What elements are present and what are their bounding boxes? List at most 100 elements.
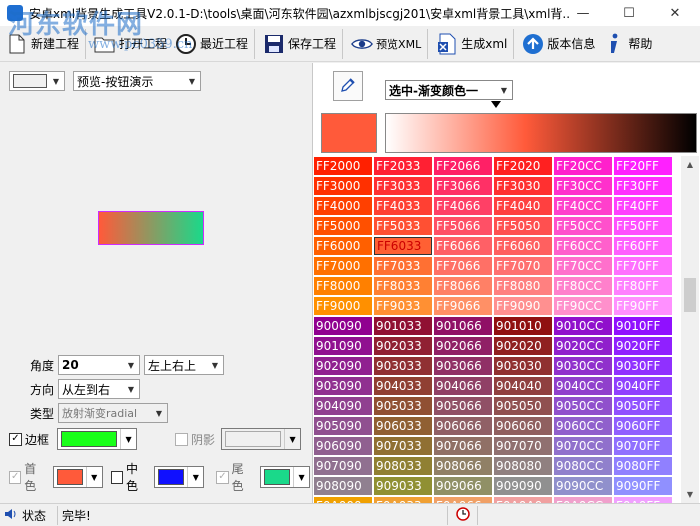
color-cell[interactable]: 9090FF — [614, 477, 672, 495]
color-cell[interactable]: FF4040 — [494, 197, 552, 215]
color-cell[interactable]: 9010CC — [554, 317, 612, 335]
color-cell[interactable]: 9010FF — [614, 317, 672, 335]
color-cell[interactable]: FF80FF — [614, 277, 672, 295]
color-cell[interactable]: 904040 — [494, 377, 552, 395]
color-cell[interactable]: 9060FF — [614, 417, 672, 435]
color-cell[interactable]: FF8066 — [434, 277, 492, 295]
color-cell[interactable]: 902033 — [374, 337, 432, 355]
maximize-button[interactable]: ☐ — [606, 0, 652, 26]
minimize-button[interactable]: — — [560, 0, 606, 26]
color-cell[interactable]: FF5000 — [314, 217, 372, 235]
color-cell[interactable]: 9080CC — [554, 457, 612, 475]
color-cell[interactable]: 903090 — [314, 377, 372, 395]
color-cell[interactable]: FF4066 — [434, 197, 492, 215]
color-cell[interactable]: 903066 — [434, 357, 492, 375]
color-cell[interactable]: FF2000 — [314, 157, 372, 175]
end-color-picker[interactable]: ▼ — [260, 466, 311, 488]
color-cell[interactable]: 9030FF — [614, 357, 672, 375]
border-checkbox[interactable]: ✓ — [9, 432, 22, 446]
color-cell[interactable]: FF7070 — [494, 257, 552, 275]
preview-bg-color-select[interactable]: ▼ — [9, 71, 65, 91]
color-cell[interactable]: FF7066 — [434, 257, 492, 275]
color-cell[interactable]: FF6000 — [314, 237, 372, 255]
type-select[interactable]: 放射渐变radial ▼ — [58, 403, 168, 423]
color-cell[interactable]: FF2020 — [494, 157, 552, 175]
color-cell[interactable]: FF50FF — [614, 217, 672, 235]
shadow-checkbox[interactable] — [175, 432, 189, 446]
color-cell[interactable]: FF7033 — [374, 257, 432, 275]
color-cell[interactable]: 906066 — [434, 417, 492, 435]
border-color-picker[interactable]: ▼ — [57, 428, 138, 450]
start-color-picker[interactable]: ▼ — [52, 466, 103, 488]
color-cell[interactable]: 905090 — [314, 417, 372, 435]
color-cell[interactable]: 905033 — [374, 397, 432, 415]
color-cell[interactable]: 9030CC — [554, 357, 612, 375]
color-cell[interactable]: FF20FF — [614, 157, 672, 175]
color-cell[interactable]: FF3066 — [434, 177, 492, 195]
color-cell[interactable]: FF70FF — [614, 257, 672, 275]
color-cell[interactable]: FF40CC — [554, 197, 612, 215]
color-cell[interactable]: 904066 — [434, 377, 492, 395]
color-cell[interactable]: FF2066 — [434, 157, 492, 175]
color-cell[interactable]: 909066 — [434, 477, 492, 495]
color-cell[interactable]: FF8033 — [374, 277, 432, 295]
color-cell[interactable]: 907033 — [374, 437, 432, 455]
color-cell[interactable]: FF5066 — [434, 217, 492, 235]
scrollbar-thumb[interactable] — [684, 278, 696, 312]
color-cell[interactable]: FF5050 — [494, 217, 552, 235]
color-cell[interactable]: FF3030 — [494, 177, 552, 195]
color-cell[interactable]: 904033 — [374, 377, 432, 395]
preview-mode-select[interactable]: 预览-按钮演示 ▼ — [73, 71, 201, 91]
color-cell[interactable]: FF60CC — [554, 237, 612, 255]
color-cell[interactable]: 908033 — [374, 457, 432, 475]
color-cell[interactable]: 903033 — [374, 357, 432, 375]
save-project-button[interactable]: 保存工程 — [254, 28, 340, 59]
color-cell[interactable]: 906090 — [314, 437, 372, 455]
color-cell[interactable]: 9050FF — [614, 397, 672, 415]
help-button[interactable]: 帮助 — [599, 29, 656, 59]
color-cell[interactable]: 902066 — [434, 337, 492, 355]
recent-project-button[interactable]: 最近工程 — [171, 29, 252, 59]
color-cell[interactable]: 902090 — [314, 357, 372, 375]
color-cell[interactable]: FF80CC — [554, 277, 612, 295]
color-cell[interactable]: 9060CC — [554, 417, 612, 435]
color-cell[interactable]: 9070FF — [614, 437, 672, 455]
color-cell[interactable]: FF9066 — [434, 297, 492, 315]
color-cell[interactable]: 901033 — [374, 317, 432, 335]
color-cell[interactable]: 906060 — [494, 417, 552, 435]
color-cell[interactable]: 907090 — [314, 457, 372, 475]
corner-select[interactable]: 左上右上 ▼ — [144, 355, 224, 375]
angle-select[interactable]: 20 ▼ — [58, 355, 140, 375]
color-cell[interactable]: 905066 — [434, 397, 492, 415]
color-cell[interactable]: FF9000 — [314, 297, 372, 315]
gradient-button-preview[interactable] — [98, 211, 204, 245]
scroll-up-arrow-icon[interactable]: ▲ — [681, 156, 699, 173]
color-cell[interactable]: FF50CC — [554, 217, 612, 235]
color-cell[interactable]: 901010 — [494, 317, 552, 335]
open-project-button[interactable]: 打开工程 — [85, 28, 171, 59]
color-cell[interactable]: 905050 — [494, 397, 552, 415]
end-color-checkbox[interactable]: ✓ — [216, 470, 229, 484]
color-cell[interactable]: FF20CC — [554, 157, 612, 175]
color-cell[interactable]: FF8000 — [314, 277, 372, 295]
color-cell[interactable]: FF6033 — [374, 237, 432, 255]
color-cell[interactable]: 908066 — [434, 457, 492, 475]
generate-xml-button[interactable]: 生成xml — [427, 28, 511, 59]
eyedropper-button[interactable] — [333, 71, 363, 101]
color-cell[interactable]: FF4000 — [314, 197, 372, 215]
color-cell[interactable]: 909033 — [374, 477, 432, 495]
color-cell[interactable]: FF2033 — [374, 157, 432, 175]
color-cell[interactable]: FF8080 — [494, 277, 552, 295]
color-cell[interactable]: 9040CC — [554, 377, 612, 395]
color-cell[interactable]: 909090 — [494, 477, 552, 495]
version-info-button[interactable]: 版本信息 — [513, 28, 599, 59]
shadow-color-picker[interactable]: ▼ — [221, 428, 302, 450]
color-cell[interactable]: 9080FF — [614, 457, 672, 475]
color-cell[interactable]: FF3000 — [314, 177, 372, 195]
color-cell[interactable]: FF90FF — [614, 297, 672, 315]
color-cell[interactable]: FF40FF — [614, 197, 672, 215]
gradient-mode-select[interactable]: 选中-渐变颜色一 ▼ — [385, 80, 513, 100]
direction-select[interactable]: 从左到右 ▼ — [58, 379, 140, 399]
gradient-stop-marker[interactable] — [491, 101, 501, 108]
color-cell[interactable]: FF9033 — [374, 297, 432, 315]
